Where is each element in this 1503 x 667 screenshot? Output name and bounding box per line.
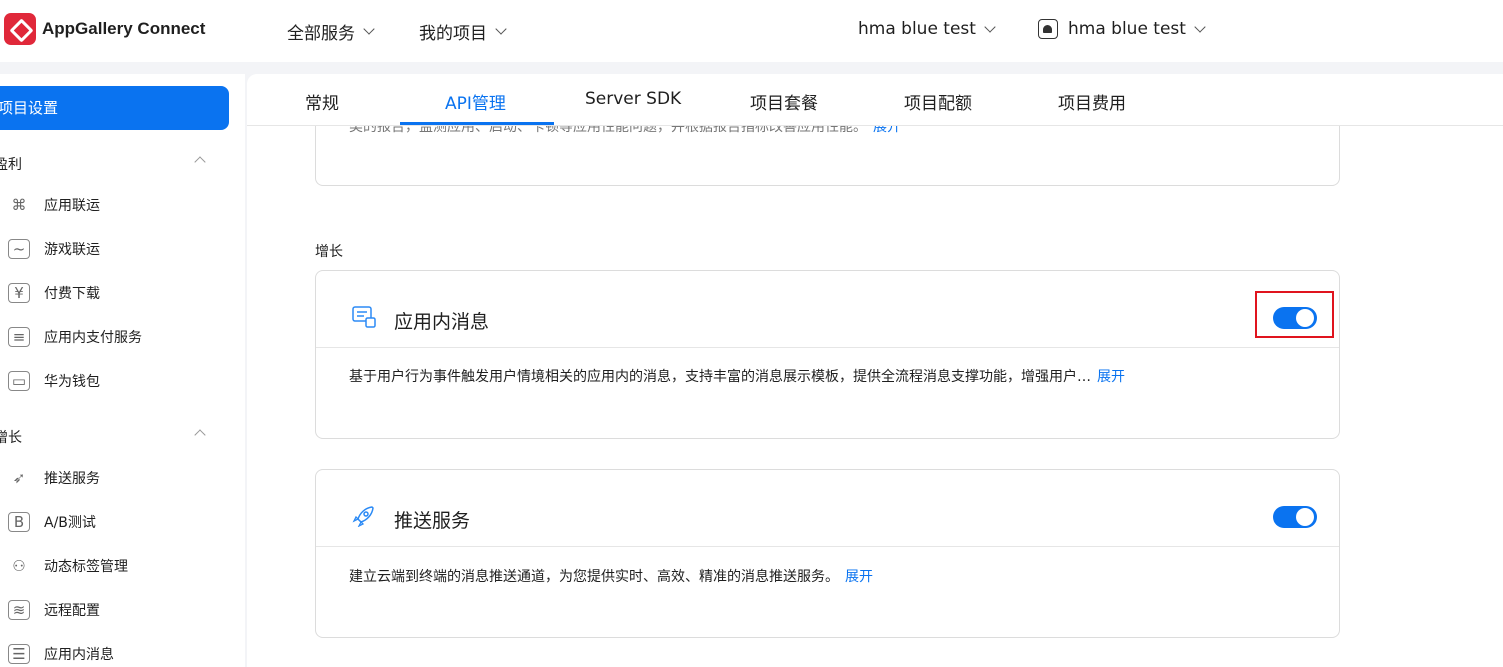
sidebar-item-label: 游戏联运 [44,242,100,258]
section-label-growth: 增长 [315,244,343,260]
wifi-config-icon: ≋ [8,600,30,620]
rocket-icon [352,506,374,527]
card-title: 推送服务 [394,510,471,532]
app-selector[interactable]: hma blue test [1038,19,1206,39]
sidebar-item-wallet[interactable]: ▭ 华为钱包 [8,371,100,391]
sidebar-item-push[interactable]: ➶ 推送服务 [8,468,100,488]
sidebar-item-label: 付费下载 [44,286,100,302]
card-header: 应用内消息 [316,271,1339,348]
sidebar-item-remote-config[interactable]: ≋ 远程配置 [8,600,100,620]
expand-link[interactable]: 展开 [1097,369,1125,385]
toggle-knob [1296,508,1314,526]
network-icon: ⌘ [11,196,27,214]
sidebar-item-dynamic-tag[interactable]: ⚇ 动态标签管理 [8,556,128,576]
project-selector-label: hma blue test [858,19,976,39]
chevron-down-icon [1194,20,1206,33]
logo-text: AppGallery Connect [42,19,206,38]
card-description: 基于用户行为事件触发用户情境相关的应用内的消息，支持丰富的消息展示模板，提供全流… [349,369,1125,385]
active-tab-indicator [400,122,554,125]
sidebar-item-iap[interactable]: ≡ 应用内支付服务 [8,327,142,347]
nav-my-projects[interactable]: 我的项目 [419,19,507,44]
sidebar: 项目设置 盈利 ⌘ 应用联运 ~ 游戏联运 ¥ 付费下载 ≡ 应用内支付服务 ▭… [0,74,245,667]
sidebar-group-growth[interactable]: 增长 [0,427,22,447]
tab-project-fees[interactable]: 项目费用 [1058,89,1126,114]
app-logo[interactable]: AppGallery Connect [4,13,205,45]
expand-link[interactable]: 展开 [873,126,901,135]
tab-bar: 常规 API管理 Server SDK 项目套餐 项目配额 项目费用 [247,74,1503,126]
tab-server-sdk[interactable]: Server SDK [585,89,681,109]
app-selector-label: hma blue test [1068,19,1186,39]
sidebar-item-label: 推送服务 [44,471,100,487]
sidebar-item-label: 远程配置 [44,603,100,619]
sidebar-item-project-settings[interactable]: 项目设置 [0,86,229,130]
nodes-icon: ⚇ [12,557,26,575]
tab-project-quota[interactable]: 项目配额 [904,89,972,114]
ab-test-icon: B [8,512,30,532]
api-card-in-app-messaging: 应用内消息 基于用户行为事件触发用户情境相关的应用内的消息，支持丰富的消息展示模… [315,270,1340,439]
nav-all-services[interactable]: 全部服务 [287,19,375,44]
card-header: 推送服务 [316,470,1339,547]
tab-api-management[interactable]: API管理 [445,89,506,114]
appgallery-logo-icon [4,13,36,45]
chevron-down-icon [984,20,996,33]
sidebar-item-label: 应用联运 [44,198,100,214]
game-chart-icon: ~ [8,239,30,259]
sidebar-item-label: 华为钱包 [44,374,100,390]
push-service-toggle[interactable] [1273,506,1317,528]
main-panel: 常规 API管理 Server SDK 项目套餐 项目配额 项目费用 类的报告，… [247,74,1503,667]
top-bar: AppGallery Connect 全部服务 我的项目 hma blue te… [0,0,1503,62]
expand-link[interactable]: 展开 [845,569,873,585]
receipt-icon: ≡ [8,327,30,347]
nav-all-services-label: 全部服务 [287,24,355,44]
api-card-partial-description: 类的报告，监测应用、启动、卡顿等应用性能问题，并根据报告指标改善应用性能。 展开 [349,126,901,136]
card-title: 应用内消息 [394,311,490,333]
sidebar-item-paid-download[interactable]: ¥ 付费下载 [8,283,100,303]
in-app-messaging-toggle[interactable] [1273,307,1317,329]
sidebar-group-monetize[interactable]: 盈利 [0,154,22,174]
wallet-icon: ▭ [8,371,30,391]
chevron-up-icon[interactable] [194,429,206,441]
rocket-icon: ➶ [12,469,26,487]
sidebar-item-label: 应用内支付服务 [44,330,142,346]
sidebar-item-app-linking[interactable]: ⌘ 应用联运 [8,195,101,215]
api-card-partial: 类的报告，监测应用、启动、卡顿等应用性能问题，并根据报告指标改善应用性能。 展开 [315,126,1340,186]
card-description: 建立云端到终端的消息推送通道，为您提供实时、高效、精准的消息推送服务。 展开 [349,569,873,585]
chevron-up-icon[interactable] [194,156,206,168]
tab-project-package[interactable]: 项目套餐 [750,89,818,114]
android-icon [1038,19,1058,39]
sidebar-item-label: 动态标签管理 [44,559,128,575]
sidebar-item-label: 应用内消息 [44,647,114,663]
message-icon [352,306,376,328]
chevron-down-icon [363,23,375,35]
chevron-down-icon [495,23,507,35]
api-card-push-service: 推送服务 建立云端到终端的消息推送通道，为您提供实时、高效、精准的消息推送服务。… [315,469,1340,638]
nav-my-projects-label: 我的项目 [419,24,487,44]
toggle-knob [1296,309,1314,327]
tab-general[interactable]: 常规 [305,89,339,114]
sidebar-item-game-linking[interactable]: ~ 游戏联运 [8,239,100,259]
sidebar-item-ab-test[interactable]: B A/B测试 [8,512,96,532]
sidebar-item-label: A/B测试 [44,515,96,531]
message-icon: ☰ [8,644,30,664]
project-selector[interactable]: hma blue test [858,19,996,39]
sidebar-item-in-app-messaging[interactable]: ☰ 应用内消息 [8,644,114,664]
yen-download-icon: ¥ [8,283,30,303]
